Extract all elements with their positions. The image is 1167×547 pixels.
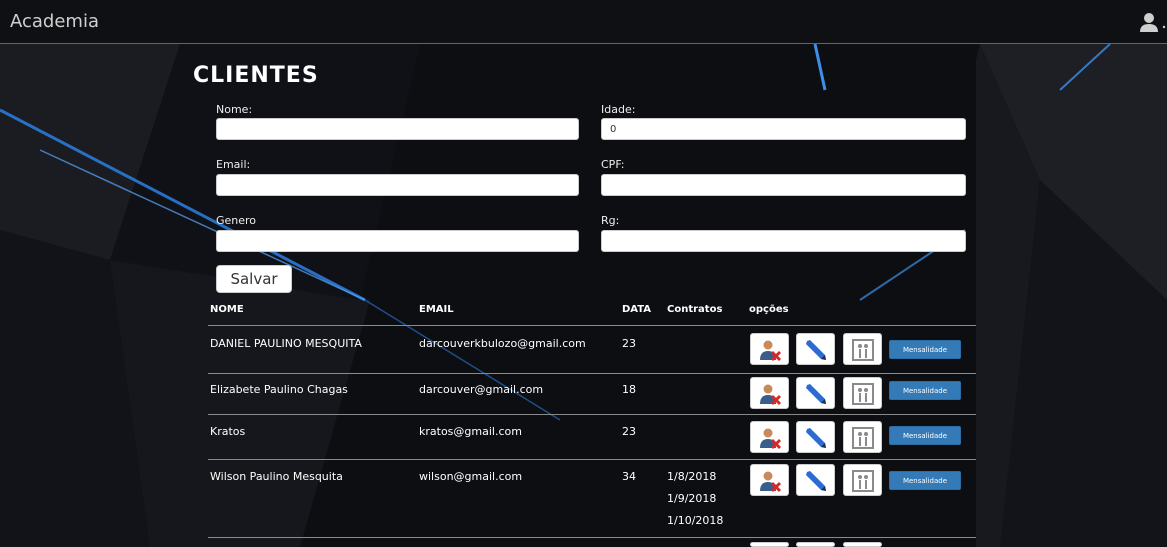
email-input[interactable] <box>216 174 579 196</box>
delete-user-icon <box>760 340 782 362</box>
brand-link[interactable]: Academia <box>10 11 99 32</box>
idade-label: Idade: <box>601 103 636 116</box>
edit-pen-icon <box>806 471 826 491</box>
rg-label: Rg: <box>601 214 620 227</box>
body-measure-icon <box>852 470 874 492</box>
mensalidade-button[interactable]: Mensalidade <box>889 471 961 490</box>
cell-data: 23 <box>622 425 636 438</box>
nome-label: Nome: <box>216 103 253 116</box>
cpf-input[interactable] <box>601 174 966 196</box>
row-divider <box>208 459 976 460</box>
delete-user-icon <box>760 428 782 450</box>
cell-contrato: 1/8/2018 <box>667 470 717 483</box>
edit-client-button[interactable] <box>796 421 835 453</box>
physical-assessment-button[interactable] <box>843 377 882 409</box>
cell-data: 18 <box>622 383 636 396</box>
edit-client-button[interactable] <box>796 542 835 547</box>
cell-nome: Elizabete Paulino Chagas <box>210 383 348 396</box>
delete-client-button[interactable] <box>750 421 789 453</box>
edit-client-button[interactable] <box>796 377 835 409</box>
header-opcoes: opções <box>749 304 789 315</box>
header-nome: NOME <box>210 304 244 315</box>
row-divider <box>208 537 976 538</box>
mensalidade-button[interactable]: Mensalidade <box>889 426 961 445</box>
edit-pen-icon <box>806 384 826 404</box>
save-button[interactable]: Salvar <box>216 265 292 293</box>
delete-client-button[interactable] <box>750 377 789 409</box>
rg-input[interactable] <box>601 230 966 252</box>
edit-pen-icon <box>806 428 826 448</box>
delete-client-button[interactable] <box>750 542 789 547</box>
edit-client-button[interactable] <box>796 333 835 365</box>
header-data: DATA <box>622 304 652 315</box>
page-title: CLIENTES <box>193 63 319 88</box>
genero-input[interactable] <box>216 230 579 252</box>
cell-contrato: 1/9/2018 <box>667 492 717 505</box>
delete-client-button[interactable] <box>750 333 789 365</box>
genero-label: Genero <box>216 214 257 227</box>
idade-input[interactable] <box>601 118 966 140</box>
physical-assessment-button[interactable] <box>843 542 882 547</box>
mensalidade-button[interactable]: Mensalidade <box>889 381 961 400</box>
physical-assessment-button[interactable] <box>843 333 882 365</box>
row-divider <box>208 325 976 326</box>
cell-contrato: 1/10/2018 <box>667 514 724 527</box>
cell-email: darcouverkbulozo@gmail.com <box>419 337 586 350</box>
row-divider <box>208 414 976 415</box>
body-measure-icon <box>852 383 874 405</box>
user-menu-button[interactable] <box>1137 12 1167 34</box>
row-divider <box>208 373 976 374</box>
main-content: CLIENTES Nome: Idade: Email: CPF: Genero… <box>0 0 1167 547</box>
body-measure-icon <box>852 339 874 361</box>
cell-nome: Kratos <box>210 425 246 438</box>
delete-client-button[interactable] <box>750 464 789 496</box>
delete-user-icon <box>760 471 782 493</box>
header-email: EMAIL <box>419 304 454 315</box>
nome-input[interactable] <box>216 118 579 140</box>
cell-nome: DANIEL PAULINO MESQUITA <box>210 337 362 350</box>
mensalidade-button[interactable]: Mensalidade <box>889 340 961 359</box>
cell-email: kratos@gmail.com <box>419 425 522 438</box>
cell-nome: Wilson Paulino Mesquita <box>210 470 343 483</box>
top-navbar: Academia <box>0 0 1167 44</box>
email-label: Email: <box>216 158 251 171</box>
physical-assessment-button[interactable] <box>843 421 882 453</box>
cell-data: 23 <box>622 337 636 350</box>
physical-assessment-button[interactable] <box>843 464 882 496</box>
body-measure-icon <box>852 427 874 449</box>
cell-email: darcouver@gmail.com <box>419 383 544 396</box>
cpf-label: CPF: <box>601 158 625 171</box>
cell-data: 34 <box>622 470 636 483</box>
cell-email: wilson@gmail.com <box>419 470 523 483</box>
edit-client-button[interactable] <box>796 464 835 496</box>
delete-user-icon <box>760 384 782 406</box>
header-contratos: Contratos <box>667 304 723 315</box>
user-icon <box>1140 13 1166 32</box>
edit-pen-icon <box>806 340 826 360</box>
